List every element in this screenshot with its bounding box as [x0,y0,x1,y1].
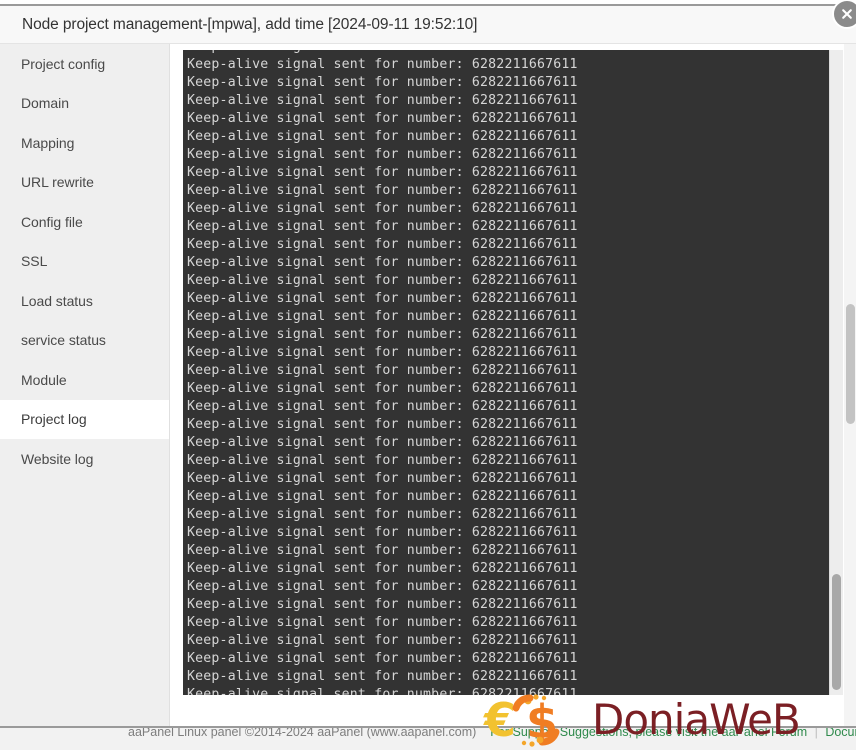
project-log-dialog: Node project management-[mpwa], add time… [0,0,856,750]
close-icon[interactable] [832,0,856,29]
log-line: Keep-alive signal sent for number: 62822… [187,75,578,90]
sidebar-item-label: Module [21,371,67,388]
log-line: Keep-alive signal sent for number: 62822… [187,651,578,666]
log-line: Keep-alive signal sent for number: 62822… [187,543,578,558]
log-line: Keep-alive signal sent for number: 62822… [187,435,578,450]
sidebar-item-label: service status [21,332,106,349]
log-line: Keep-alive signal sent for number: 62822… [187,363,578,378]
sidebar-item-service-status[interactable]: service status [0,321,169,361]
log-line: Keep-alive signal sent for number: 62822… [187,93,578,108]
log-line: Keep-alive signal sent for number: 62822… [187,273,578,288]
log-line: Keep-alive signal sent for number: 62822… [187,489,578,504]
log-line: Keep-alive signal sent for number: 62822… [187,615,578,630]
log-line: Keep-alive signal sent for number: 62822… [187,165,578,180]
sidebar-item-load-status[interactable]: Load status [0,281,169,321]
log-line: Keep-alive signal sent for number: 62822… [187,183,578,198]
log-line: Keep-alive signal sent for number: 62822… [187,219,578,234]
log-line: Keep-alive signal sent for number: 62822… [187,57,578,72]
log-line: Keep-alive signal sent for number: 62822… [187,561,578,576]
log-line: Keep-alive signal sent for number: 62822… [187,633,578,648]
sidebar-item-label: Project config [21,55,106,72]
log-line: Keep-alive signal sent for number: 62822… [187,129,578,144]
sidebar-item-website-log[interactable]: Website log [0,439,169,479]
sidebar-nav: Project config Domain Mapping URL rewrite Co… [0,44,170,726]
log-line: Keep-alive signal sent for number: 62822… [187,687,578,695]
sidebar-item-config-file[interactable]: Config file [0,202,169,242]
page-scrollbar-thumb[interactable] [846,304,855,424]
log-line: Keep-alive signal sent for number: 62822… [187,111,578,126]
log-line: Keep-alive signal sent for number: 62822… [187,453,578,468]
log-line: Keep-alive signal sent for number: 62822… [187,345,578,360]
sidebar-item-ssl[interactable]: SSL [0,242,169,282]
sidebar-item-project-config[interactable]: Project config [0,44,169,84]
sidebar-item-label: SSL [21,253,48,270]
footer-text: aaPanel Linux panel ©2014-2024 aaPanel (… [0,726,856,744]
sidebar-item-label: URL rewrite [21,174,94,191]
log-line: Keep-alive signal sent for number: 62822… [187,309,578,324]
page-scrollbar-track[interactable] [844,44,856,744]
sidebar-item-label: Load status [21,292,93,309]
log-line: Keep-alive signal sent for number: 62822… [187,399,578,414]
sidebar-item-label: Mapping [21,134,75,151]
log-line: Keep-alive signal sent for number: 62822… [187,669,578,684]
sidebar-item-project-log[interactable]: Project log [0,399,169,439]
log-panel: Keep-alive signal sent for number: 62822… [170,44,856,726]
sidebar-item-mapping[interactable]: Mapping [0,123,169,163]
log-line: Keep-alive signal sent for number: 62822… [187,579,578,594]
footer-copyright: aaPanel Linux panel ©2014-2024 aaPanel (… [128,726,477,739]
dialog-title: Node project management-[mpwa], add time… [22,15,478,33]
sidebar-item-label: Domain [21,95,69,112]
log-line: Keep-alive signal sent for number: 62822… [187,327,578,342]
sidebar-item-label: Website log [21,450,94,467]
log-line: Keep-alive signal sent for number: 62822… [187,255,578,270]
log-line: Keep-alive signal sent for number: 62822… [187,147,578,162]
page-footer: aaPanel Linux panel ©2014-2024 aaPanel (… [0,726,856,750]
log-scrollbar-thumb[interactable] [832,574,841,690]
footer-support-link[interactable]: For Support Suggestions, please visit th… [490,728,807,739]
sidebar-item-domain[interactable]: Domain [0,84,169,124]
log-lines-container: Keep-alive signal sent for number: 62822… [183,50,828,695]
log-line: Keep-alive signal sent for number: 62822… [187,525,578,540]
sidebar-item-label: Project log [21,411,87,428]
log-console[interactable]: Keep-alive signal sent for number: 62822… [183,50,843,695]
log-line: Keep-alive signal sent for number: 62822… [187,507,578,522]
footer-docs-link[interactable]: Docum [825,728,856,739]
sidebar-item-url-rewrite[interactable]: URL rewrite [0,163,169,203]
log-line: Keep-alive signal sent for number: 62822… [187,381,578,396]
log-line: Keep-alive signal sent for number: 62822… [187,291,578,306]
dialog-header: Node project management-[mpwa], add time… [0,0,856,44]
sidebar-item-module[interactable]: Module [0,360,169,400]
log-line: Keep-alive signal sent for number: 62822… [187,237,578,252]
log-line: Keep-alive signal sent for number: 62822… [187,201,578,216]
log-line: Keep-alive signal sent for number: 62822… [187,471,578,486]
log-line: Keep-alive signal sent for number: 62822… [187,417,578,432]
footer-separator: | [814,726,818,739]
log-line: Keep-alive signal sent for number: 62822… [187,597,578,612]
dialog-body: Project config Domain Mapping URL rewrite Co… [0,44,856,726]
log-scrollbar-track[interactable] [829,50,843,695]
sidebar-item-label: Config file [21,213,83,230]
